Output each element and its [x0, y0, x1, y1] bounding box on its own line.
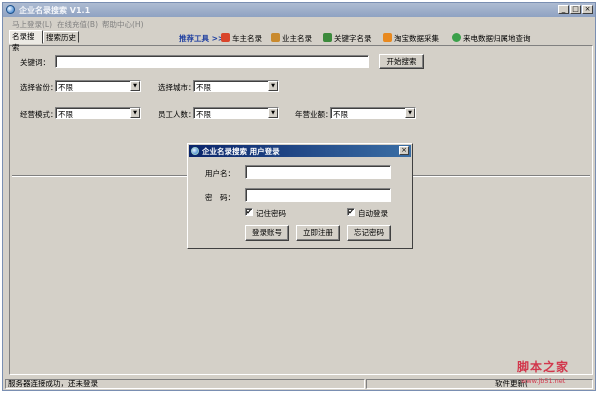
close-button[interactable]: ×: [582, 5, 593, 14]
register-button[interactable]: 立即注册: [296, 225, 340, 241]
recommend-property-owner[interactable]: 业主名录: [271, 33, 312, 44]
remember-password-label[interactable]: 记住密码: [256, 208, 286, 219]
city-select[interactable]: 不限 ▼: [193, 80, 279, 92]
chevron-down-icon[interactable]: ▼: [268, 108, 278, 118]
province-label: 选择省份：: [20, 83, 58, 92]
employees-label: 员工人数：: [158, 110, 196, 119]
password-label: 密 码：: [205, 193, 235, 202]
recommend-taobao-label: 淘宝数据采集: [394, 34, 439, 43]
employees-value: 不限: [196, 110, 211, 119]
chevron-down-icon[interactable]: ▼: [130, 81, 140, 91]
status-bar: 服务器连接成功，还未登录 软件更新(: [3, 378, 595, 390]
employees-select[interactable]: 不限 ▼: [193, 107, 279, 119]
province-value: 不限: [58, 83, 73, 92]
minimize-button[interactable]: _: [558, 5, 569, 14]
recommend-phone-location[interactable]: 来电数据归属地查询: [452, 33, 531, 44]
site-watermark: 脚本之家 www.jb51.net: [517, 358, 595, 390]
recommend-car-owner-label: 车主名录: [232, 34, 262, 43]
watermark-logo: 脚本之家: [517, 360, 570, 374]
business-mode-label: 经营模式：: [20, 110, 58, 119]
app-icon: [6, 5, 15, 14]
revenue-value: 不限: [333, 110, 348, 119]
recommend-keyword[interactable]: 关键字名录: [323, 33, 372, 44]
keyword-label: 关键词：: [20, 58, 50, 67]
start-search-button[interactable]: 开始搜索: [379, 54, 424, 69]
forgot-password-button[interactable]: 忘记密码: [347, 225, 391, 241]
recommend-phone-location-label: 来电数据归属地查询: [463, 34, 531, 43]
menu-login[interactable]: 马上登录(L): [12, 19, 52, 30]
recommend-heading: 推荐工具 >>: [179, 34, 225, 43]
recommend-property-owner-label: 业主名录: [282, 34, 312, 43]
window-title: 企业名录搜索 V1.1: [19, 6, 91, 15]
title-bar[interactable]: 企业名录搜索 V1.1 _ □ ×: [3, 3, 595, 17]
menu-recharge[interactable]: 在线充值(B): [57, 19, 98, 30]
username-input[interactable]: [245, 165, 391, 179]
recommend-car-owner[interactable]: 车主名录: [221, 33, 262, 44]
login-dialog: 企业名录搜索 用户登录 × 用户名： 密 码： ✔ 记住密码 ✔ 自动登录 登录…: [187, 143, 413, 249]
app-icon: [191, 147, 199, 155]
remember-password-checkbox[interactable]: ✔: [245, 208, 253, 216]
auto-login-checkbox[interactable]: ✔: [347, 208, 355, 216]
revenue-select[interactable]: 不限 ▼: [330, 107, 416, 119]
property-owner-icon: [271, 33, 280, 42]
password-input[interactable]: [245, 188, 391, 202]
city-label: 选择城市：: [158, 83, 196, 92]
business-mode-value: 不限: [58, 110, 73, 119]
business-mode-select[interactable]: 不限 ▼: [55, 107, 141, 119]
keyword-input[interactable]: [55, 55, 369, 68]
city-value: 不限: [196, 83, 211, 92]
revenue-label: 年营业额：: [295, 110, 333, 119]
status-message: 服务器连接成功，还未登录: [5, 379, 365, 389]
taobao-icon: [383, 33, 392, 42]
tab-search[interactable]: 名录搜索: [9, 30, 43, 52]
close-icon[interactable]: ×: [399, 146, 409, 155]
login-button[interactable]: 登录账号: [245, 225, 289, 241]
chevron-down-icon[interactable]: ▼: [405, 108, 415, 118]
auto-login-label[interactable]: 自动登录: [358, 208, 388, 219]
menu-help[interactable]: 帮助中心(H): [102, 19, 144, 30]
chevron-down-icon[interactable]: ▼: [130, 108, 140, 118]
menu-bar: 马上登录(L) 在线充值(B) 帮助中心(H): [3, 18, 595, 29]
car-owner-icon: [221, 33, 230, 42]
login-dialog-title-bar[interactable]: 企业名录搜索 用户登录 ×: [189, 145, 411, 157]
watermark-url: www.jb51.net: [521, 377, 566, 385]
province-select[interactable]: 不限 ▼: [55, 80, 141, 92]
recommend-taobao[interactable]: 淘宝数据采集: [383, 33, 439, 44]
recommend-keyword-label: 关键字名录: [334, 34, 372, 43]
maximize-button[interactable]: □: [570, 5, 581, 14]
chevron-down-icon[interactable]: ▼: [268, 81, 278, 91]
phone-location-icon: [452, 33, 461, 42]
keyword-icon: [323, 33, 332, 42]
username-label: 用户名：: [205, 169, 235, 178]
tab-history[interactable]: 搜索历史: [43, 31, 79, 43]
login-dialog-title: 企业名录搜索 用户登录: [202, 147, 280, 156]
